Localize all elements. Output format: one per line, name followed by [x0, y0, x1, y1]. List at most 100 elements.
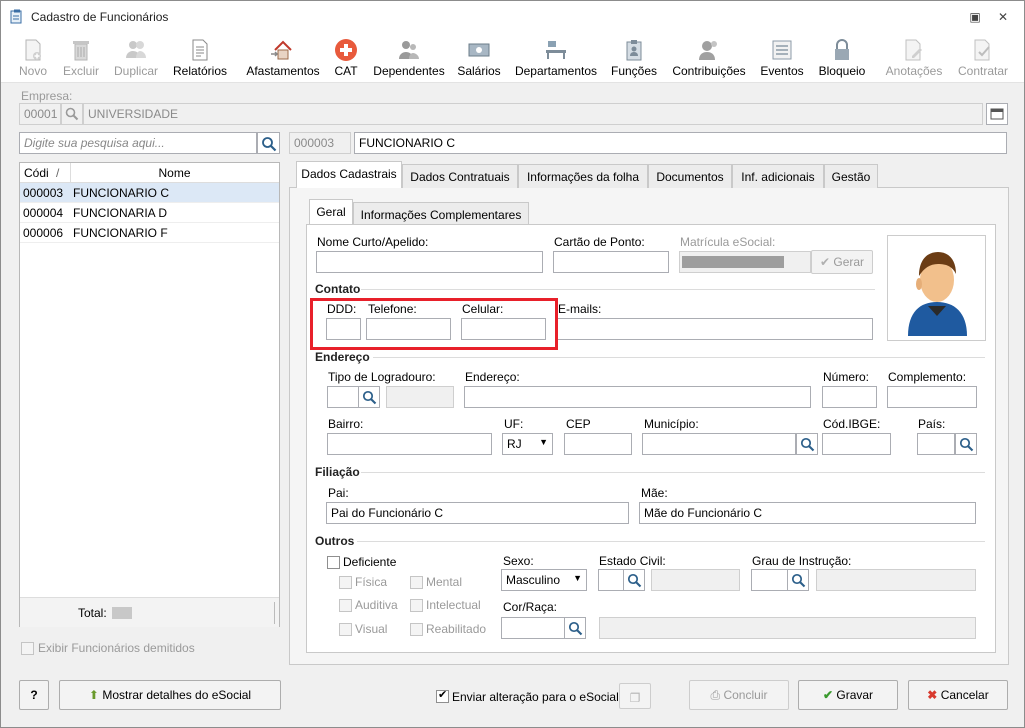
cod-ibge-input[interactable] — [822, 433, 891, 455]
estado-civil-search-button[interactable] — [623, 569, 645, 591]
close-icon[interactable]: ✕ — [995, 9, 1011, 25]
tipo-logradouro-desc — [386, 386, 454, 408]
toolbar-dependentes-button[interactable]: Dependentes — [371, 33, 447, 81]
grau-instrucao-input[interactable] — [751, 569, 788, 591]
cor-raca-search-button[interactable] — [564, 617, 586, 639]
endereco-section: Endereço — [315, 350, 370, 364]
mental-checkbox[interactable] — [410, 576, 423, 589]
matricula-redacted — [682, 256, 784, 268]
numero-input[interactable] — [822, 386, 877, 408]
gerar-button[interactable]: ✔ Gerar — [811, 250, 873, 274]
title-bar: Cadastro de Funcionários ▣ ✕ — [1, 1, 1024, 33]
toolbar-novo-button[interactable]: Novo — [15, 33, 51, 81]
grid-col-name[interactable]: Nome — [70, 166, 279, 180]
search-button[interactable] — [257, 132, 280, 154]
complemento-input[interactable] — [887, 386, 977, 408]
municipio-input[interactable] — [642, 433, 796, 455]
fisica-checkbox[interactable] — [339, 576, 352, 589]
contato-section: Contato — [315, 282, 361, 296]
toolbar-salarios-button[interactable]: Salários — [456, 33, 502, 81]
toolbar-duplicar-button[interactable]: Duplicar — [111, 33, 161, 81]
emails-input[interactable] — [557, 318, 873, 340]
matricula-input — [679, 251, 811, 273]
toolbar-contratar-button[interactable]: Contratar — [953, 33, 1013, 81]
cep-input[interactable] — [564, 433, 632, 455]
tab-documentos[interactable]: Documentos — [648, 164, 732, 188]
tab-informacoes-folha[interactable]: Informações da folha — [518, 164, 648, 188]
empresa-name-field: UNIVERSIDADE — [83, 103, 983, 125]
employee-name-field[interactable]: FUNCIONARIO C — [354, 132, 1007, 154]
uf-label: UF: — [504, 417, 524, 431]
printer-icon: ⎙ — [710, 688, 721, 702]
grid-footer: Total: — [20, 597, 279, 627]
pais-search-button[interactable] — [955, 433, 977, 455]
nome-curto-input[interactable] — [316, 251, 543, 273]
sexo-value: Masculino — [506, 573, 561, 587]
checkmark-icon: ✔ — [438, 689, 448, 701]
endereco-input[interactable] — [464, 386, 811, 408]
sexo-select[interactable]: Masculino ▼ — [501, 569, 587, 591]
toolbar-eventos-button[interactable]: Eventos — [759, 33, 805, 81]
cor-raca-input[interactable] — [501, 617, 565, 639]
toolbar-excluir-button[interactable]: Excluir — [59, 33, 103, 81]
empresa-window-button[interactable] — [986, 103, 1008, 125]
table-row[interactable]: 000004 FUNCIONARIA D — [20, 203, 279, 223]
deficiente-checkbox[interactable] — [327, 556, 340, 569]
table-row[interactable]: 000003 FUNCIONARIO C — [20, 183, 279, 203]
tab-dados-contratuais[interactable]: Dados Contratuais — [402, 164, 518, 188]
mae-input[interactable]: Mãe do Funcionário C — [639, 502, 976, 524]
cartao-input[interactable] — [553, 251, 669, 273]
toolbar-bloqueio-button[interactable]: Bloqueio — [815, 33, 869, 81]
estado-civil-input[interactable] — [598, 569, 624, 591]
toolbar-departamentos-button[interactable]: Departamentos — [513, 33, 599, 81]
esocial-details-button[interactable]: ⬆ Mostrar detalhes do eSocial — [59, 680, 281, 710]
send-alteration-checkbox[interactable]: ✔ — [436, 689, 449, 703]
visual-checkbox[interactable] — [339, 623, 352, 636]
concluir-button[interactable]: ⎙ Concluir — [689, 680, 789, 710]
search-input[interactable]: Digite sua pesquisa aqui... — [19, 132, 257, 154]
tipo-logradouro-search-button[interactable] — [358, 386, 380, 408]
subtab-informacoes-complementares[interactable]: Informações Complementares — [353, 202, 529, 226]
estado-civil-label: Estado Civil: — [599, 554, 666, 568]
help-button[interactable]: ? — [19, 680, 49, 710]
gravar-label: Gravar — [836, 688, 874, 702]
contributions-icon — [699, 41, 717, 60]
badge-icon — [626, 40, 642, 61]
grau-instrucao-search-button[interactable] — [787, 569, 809, 591]
pai-input[interactable]: Pai do Funcionário C — [326, 502, 629, 524]
new-icon — [25, 39, 41, 61]
divider — [373, 357, 985, 358]
toolbar-relatorios-button[interactable]: Relatórios — [171, 33, 229, 81]
bairro-input[interactable] — [327, 433, 492, 455]
uf-select[interactable]: RJ ▼ — [502, 433, 553, 455]
outros-section: Outros — [315, 534, 355, 548]
tipo-logradouro-input[interactable] — [327, 386, 359, 408]
toolbar-anotacoes-button[interactable]: Anotações — [881, 33, 947, 81]
subtab-geral[interactable]: Geral — [309, 199, 353, 226]
search-icon — [959, 437, 974, 452]
avatar[interactable] — [887, 235, 986, 341]
grid-col-code[interactable]: Códi — [24, 166, 49, 180]
auditiva-checkbox[interactable] — [339, 599, 352, 612]
municipio-search-button[interactable] — [796, 433, 818, 455]
main-window: Cadastro de Funcionários ▣ ✕ Novo Exclui… — [0, 0, 1025, 728]
toolbar-contribuicoes-button[interactable]: Contribuições — [669, 33, 749, 81]
reabilitado-checkbox[interactable] — [410, 623, 423, 636]
tab-inf-adicionais[interactable]: Inf. adicionais — [732, 164, 824, 188]
tab-gestao[interactable]: Gestão — [824, 164, 878, 188]
municipio-label: Município: — [644, 417, 699, 431]
toolbar-cat-button[interactable]: CAT — [331, 33, 361, 81]
show-dismissed-checkbox[interactable] — [21, 642, 34, 655]
window-icon — [990, 108, 1004, 120]
pais-input[interactable] — [917, 433, 955, 455]
cancelar-button[interactable]: ✖ Cancelar — [908, 680, 1008, 710]
intelectual-checkbox[interactable] — [410, 599, 423, 612]
table-row[interactable]: 000006 FUNCIONARIO F — [20, 223, 279, 243]
send-now-button[interactable]: ❐ — [619, 683, 651, 709]
tab-dados-cadastrais[interactable]: Dados Cadastrais — [296, 161, 402, 188]
gravar-button[interactable]: ✔ Gravar — [798, 680, 898, 710]
toolbar-afastamentos-button[interactable]: Afastamentos — [243, 33, 323, 81]
complemento-label: Complemento: — [888, 370, 967, 384]
toolbar-funcoes-button[interactable]: Funções — [609, 33, 659, 81]
restore-icon[interactable]: ▣ — [967, 9, 983, 25]
